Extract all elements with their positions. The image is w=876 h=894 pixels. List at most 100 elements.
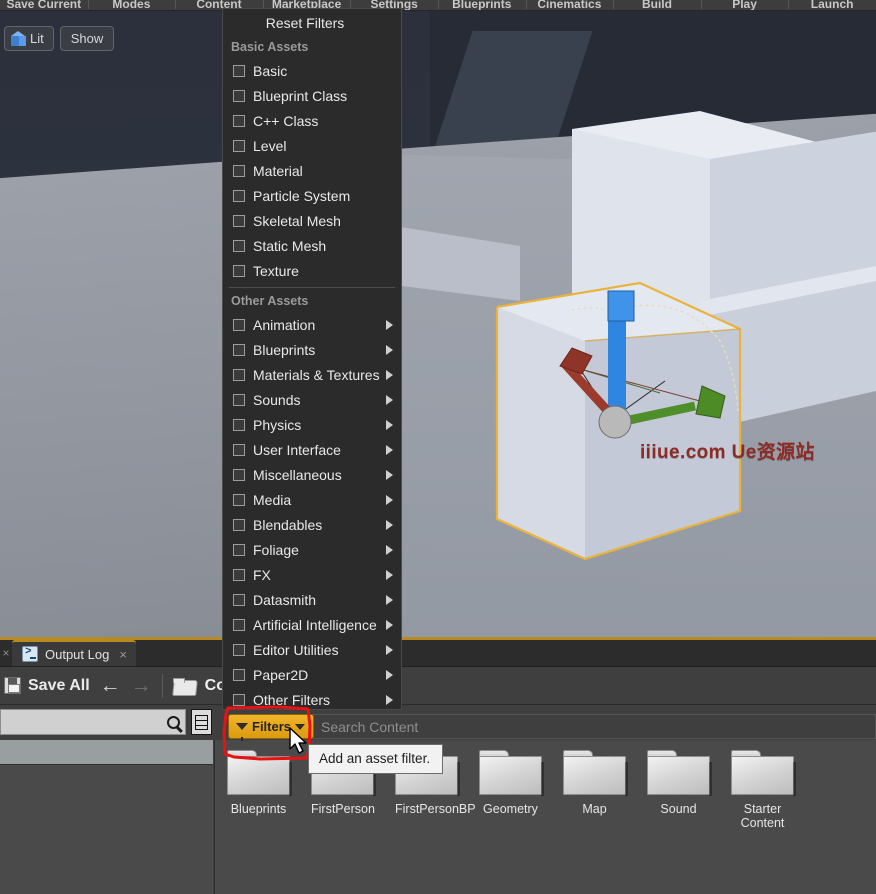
view-mode-label: Lit — [30, 31, 44, 46]
checkbox[interactable] — [233, 694, 245, 706]
checkbox[interactable] — [233, 444, 245, 456]
gizmo-z-axis — [608, 308, 626, 418]
menu-item-label: Miscellaneous — [253, 467, 386, 483]
filters-label: Filters — [252, 719, 291, 734]
level-viewport[interactable]: iiiue.com Ue资源站 Lit Show — [0, 11, 876, 640]
checkbox[interactable] — [233, 344, 245, 356]
checkbox[interactable] — [233, 544, 245, 556]
folder-item-sound[interactable]: Sound — [647, 750, 710, 830]
tab-close-icon[interactable]: × — [119, 647, 127, 662]
menu-item-label: User Interface — [253, 442, 386, 458]
submenu-arrow-icon — [386, 670, 393, 680]
menu-item-miscellaneous[interactable]: Miscellaneous — [223, 462, 401, 487]
menu-item-sounds[interactable]: Sounds — [223, 387, 401, 412]
site-watermark: iiiue.com Ue资源站 — [640, 437, 815, 464]
menu-item-animation[interactable]: Animation — [223, 312, 401, 337]
menu-item-label: C++ Class — [253, 113, 393, 129]
checkbox[interactable] — [233, 369, 245, 381]
menu-item-basic[interactable]: Basic — [223, 58, 401, 83]
menu-item-blueprint-class[interactable]: Blueprint Class — [223, 83, 401, 108]
sources-search-field[interactable] — [0, 709, 186, 735]
checkbox[interactable] — [233, 644, 245, 656]
toolbar-item-launch[interactable]: Launch — [788, 0, 876, 10]
folder-item-blueprints[interactable]: Blueprints — [227, 750, 290, 830]
checkbox[interactable] — [233, 394, 245, 406]
checkbox[interactable] — [233, 90, 245, 102]
checkbox[interactable] — [233, 190, 245, 202]
menu-item-blueprints[interactable]: Blueprints — [223, 337, 401, 362]
checkbox[interactable] — [233, 265, 245, 277]
viewport-controls: Lit Show — [4, 26, 114, 51]
menu-item-reset-filters[interactable]: Reset Filters — [223, 9, 401, 36]
view-options-button[interactable] — [191, 709, 212, 735]
checkbox[interactable] — [233, 594, 245, 606]
menu-item-blendables[interactable]: Blendables — [223, 512, 401, 537]
menu-item-static-mesh[interactable]: Static Mesh — [223, 233, 401, 258]
tab-left-close-icon[interactable]: × — [0, 646, 12, 666]
back-arrow-icon[interactable]: ← — [100, 675, 121, 696]
checkbox[interactable] — [233, 215, 245, 227]
toolbar-item-play[interactable]: Play — [701, 0, 789, 10]
menu-item-particle-system[interactable]: Particle System — [223, 183, 401, 208]
folder-label: Blueprints — [227, 802, 290, 816]
menu-item-paper2d[interactable]: Paper2D — [223, 662, 401, 687]
menu-item-artificial-intelligence[interactable]: Artificial Intelligence — [223, 612, 401, 637]
submenu-arrow-icon — [386, 695, 393, 705]
toolbar-item-modes[interactable]: Modes — [88, 0, 176, 10]
menu-item-label: Basic — [253, 63, 393, 79]
checkbox[interactable] — [233, 569, 245, 581]
sources-panel-header — [0, 740, 213, 765]
menu-item-foliage[interactable]: Foliage — [223, 537, 401, 562]
checkbox[interactable] — [233, 319, 245, 331]
menu-item-level[interactable]: Level — [223, 133, 401, 158]
checkbox[interactable] — [233, 115, 245, 127]
menu-item-other-filters[interactable]: Other Filters — [223, 687, 401, 710]
checkbox[interactable] — [233, 140, 245, 152]
checkbox[interactable] — [233, 469, 245, 481]
search-icon — [167, 716, 180, 729]
checkbox[interactable] — [233, 240, 245, 252]
toolbar-item-cinematics[interactable]: Cinematics — [526, 0, 614, 10]
menu-item-media[interactable]: Media — [223, 487, 401, 512]
folder-item-map[interactable]: Map — [563, 750, 626, 830]
menu-item-fx[interactable]: FX — [223, 562, 401, 587]
toolbar-item-save-current[interactable]: Save Current — [0, 0, 88, 10]
menu-item-cpp-class[interactable]: C++ Class — [223, 108, 401, 133]
show-menu-button[interactable]: Show — [60, 26, 115, 51]
folder-item-starter-content[interactable]: Starter Content — [731, 750, 794, 830]
view-mode-button[interactable]: Lit — [4, 26, 54, 51]
sources-panel[interactable] — [0, 740, 213, 894]
checkbox[interactable] — [233, 519, 245, 531]
menu-item-physics[interactable]: Physics — [223, 412, 401, 437]
folder-item-geometry[interactable]: Geometry — [479, 750, 542, 830]
checkbox[interactable] — [233, 165, 245, 177]
submenu-arrow-icon — [386, 620, 393, 630]
menu-item-label: Skeletal Mesh — [253, 213, 393, 229]
folder-icon — [731, 750, 794, 795]
filters-dropdown-menu[interactable]: Reset Filters Basic Assets Basic Bluepri… — [222, 8, 402, 710]
folder-label: FirstPersonBP — [395, 802, 458, 816]
checkbox[interactable] — [233, 619, 245, 631]
toolbar-item-blueprints[interactable]: Blueprints — [438, 0, 526, 10]
menu-item-datasmith[interactable]: Datasmith — [223, 587, 401, 612]
menu-item-texture[interactable]: Texture — [223, 258, 401, 283]
submenu-arrow-icon — [386, 570, 393, 580]
menu-item-editor-utilities[interactable]: Editor Utilities — [223, 637, 401, 662]
forward-arrow-icon[interactable]: → — [131, 675, 152, 696]
menu-item-skeletal-mesh[interactable]: Skeletal Mesh — [223, 208, 401, 233]
list-view-icon — [195, 715, 208, 730]
menu-item-material[interactable]: Material — [223, 158, 401, 183]
menu-item-user-interface[interactable]: User Interface — [223, 437, 401, 462]
search-content-input[interactable]: Search Content — [312, 714, 876, 739]
tab-output-log[interactable]: Output Log × — [12, 640, 136, 666]
checkbox[interactable] — [233, 65, 245, 77]
save-all-button[interactable]: Save All — [4, 677, 90, 695]
checkbox[interactable] — [233, 494, 245, 506]
toolbar-item-build[interactable]: Build — [613, 0, 701, 10]
menu-divider — [229, 287, 395, 288]
submenu-arrow-icon — [386, 320, 393, 330]
save-icon — [4, 677, 21, 694]
checkbox[interactable] — [233, 419, 245, 431]
menu-item-materials-and-textures[interactable]: Materials & Textures — [223, 362, 401, 387]
checkbox[interactable] — [233, 669, 245, 681]
